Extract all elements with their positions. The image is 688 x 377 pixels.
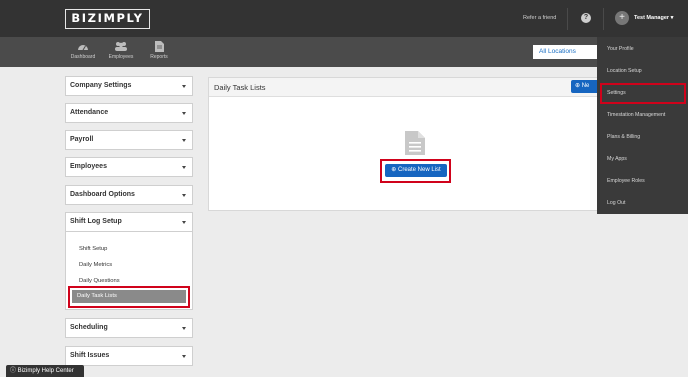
nav-employees[interactable]: Employees <box>101 41 141 60</box>
sidebar-section-shift-issues[interactable]: Shift Issues <box>65 346 193 366</box>
sidebar-section-dashboard-options[interactable]: Dashboard Options <box>65 185 193 205</box>
page-title: Daily Task Lists <box>214 83 266 92</box>
menu-item-your-profile[interactable]: Your Profile <box>607 46 634 52</box>
sidebar-section-attendance[interactable]: Attendance <box>65 103 193 123</box>
nav-dashboard-label: Dashboard <box>70 54 96 60</box>
menu-item-log-out[interactable]: Log Out <box>607 200 625 206</box>
document-icon <box>154 41 164 52</box>
help-center-label: Bizimply Help Center <box>17 368 74 374</box>
submenu-item-shift-setup[interactable]: Shift Setup <box>79 246 107 252</box>
menu-item-timestation-management[interactable]: Timestation Management <box>607 112 665 118</box>
sidebar-section-company-settings[interactable]: Company Settings <box>65 76 193 96</box>
submenu-item-daily-questions[interactable]: Daily Questions <box>79 278 120 284</box>
menu-item-my-apps[interactable]: My Apps <box>607 156 627 162</box>
menu-item-employee-roles[interactable]: Employee Roles <box>607 178 645 184</box>
nav-dashboard[interactable]: Dashboard <box>63 41 103 60</box>
location-selector[interactable]: All Locations <box>533 45 603 59</box>
caret-down-icon <box>182 166 186 169</box>
caret-down-icon <box>182 139 186 142</box>
nav-reports[interactable]: Reports <box>139 41 179 60</box>
header-divider <box>567 8 568 30</box>
sidebar-section-shift-log-setup[interactable]: Shift Log Setup <box>65 212 193 232</box>
bizimply-logo[interactable]: BIZIMPLY <box>65 9 150 29</box>
people-icon <box>115 42 127 51</box>
help-circle-icon: ⓘ <box>10 368 18 374</box>
menu-item-plans-billing[interactable]: Plans & Billing <box>607 134 640 140</box>
sidebar-section-label: Employees <box>70 163 107 170</box>
sidebar-section-label: Shift Log Setup <box>70 218 122 225</box>
sidebar-section-label: Dashboard Options <box>70 191 135 198</box>
panel-header: Daily Task Lists <box>209 78 615 97</box>
caret-down-icon <box>182 327 186 330</box>
sidebar-section-label: Company Settings <box>70 82 132 89</box>
help-question-icon[interactable]: ? <box>581 13 591 23</box>
submenu-item-daily-metrics[interactable]: Daily Metrics <box>79 262 112 268</box>
highlight-box-create-new-list <box>380 159 451 183</box>
plus-circle-icon: ⊕ <box>575 83 582 89</box>
highlight-box-settings <box>600 83 686 104</box>
caret-down-icon <box>182 112 186 115</box>
sidebar-section-label: Shift Issues <box>70 352 110 359</box>
caret-down-icon <box>182 221 186 224</box>
caret-down-icon <box>182 85 186 88</box>
document-icon <box>405 131 425 155</box>
user-avatar-icon[interactable]: + <box>615 11 629 25</box>
highlight-box-daily-task-lists <box>68 286 190 308</box>
sidebar-section-label: Attendance <box>70 109 109 116</box>
new-button-label: Ne <box>581 83 590 89</box>
sidebar-section-label: Scheduling <box>70 324 108 331</box>
help-center-button[interactable]: ⓘ Bizimply Help Center <box>6 365 84 377</box>
user-dropdown-menu: Your Profile Location Setup Settings Tim… <box>597 37 688 214</box>
caret-down-icon <box>182 355 186 358</box>
sidebar-section-employees[interactable]: Employees <box>65 157 193 177</box>
sidebar-section-label: Payroll <box>70 136 94 143</box>
sidebar-section-payroll[interactable]: Payroll <box>65 130 193 150</box>
header-divider <box>603 8 604 30</box>
refer-a-friend-link[interactable]: Refer a friend <box>523 15 556 21</box>
speedometer-icon <box>78 45 88 51</box>
menu-item-location-setup[interactable]: Location Setup <box>607 68 642 74</box>
nav-employees-label: Employees <box>108 54 134 60</box>
top-header: BIZIMPLY Refer a friend ? + Test Manager… <box>0 0 688 37</box>
caret-down-icon <box>182 194 186 197</box>
nav-reports-label: Reports <box>150 54 168 60</box>
user-menu-toggle[interactable]: Test Manager ▾ <box>634 15 673 21</box>
sidebar-section-scheduling[interactable]: Scheduling <box>65 318 193 338</box>
